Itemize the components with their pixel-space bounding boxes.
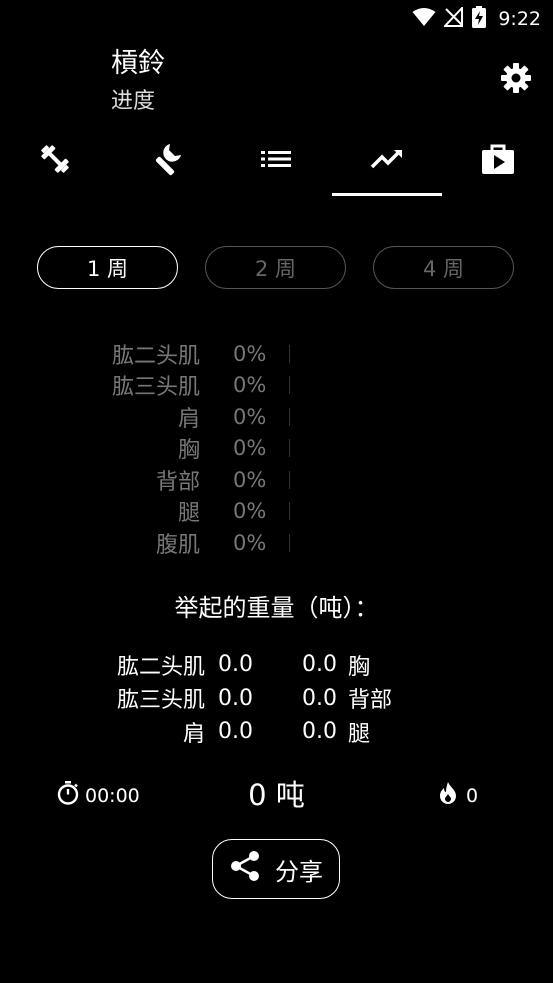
- muscle-bar: [289, 407, 290, 426]
- muscle-row: 胸 0%: [0, 433, 553, 465]
- muscle-name: 肱三头肌: [111, 375, 200, 401]
- play-briefcase-icon: [481, 144, 514, 174]
- muscle-row: 腿 0%: [0, 496, 553, 528]
- weight-muscle-name: 肩: [182, 721, 205, 747]
- calories-stat: 0: [438, 781, 478, 810]
- muscle-progress-list: 肱二头肌 0% 肱三头肌 0% 肩 0% 胸 0% 背部 0% 腿 0% 腹肌 …: [0, 338, 553, 559]
- battery-charging-icon: [472, 6, 487, 32]
- weight-value: 0.0: [218, 719, 253, 745]
- gear-icon: [500, 62, 532, 98]
- no-signal-icon: [443, 5, 464, 31]
- muscle-percent: 0%: [233, 404, 267, 429]
- page-subtitle: 进度: [111, 89, 156, 114]
- muscle-bar: [289, 470, 290, 489]
- muscle-bar: [289, 533, 290, 552]
- weight-lifted-table: 肱二头肌 0.0 0.0 胸 肱三头肌 0.0 0.0 背部 肩 0.0 0.0…: [0, 648, 553, 749]
- muscle-name: 肩: [177, 406, 200, 432]
- tab-tools[interactable]: [111, 128, 222, 190]
- muscle-row: 腹肌 0%: [0, 527, 553, 559]
- weight-row: 肱二头肌 0.0 0.0 胸: [0, 648, 553, 682]
- status-bar: 9:22: [0, 0, 553, 38]
- dumbbell-icon: [38, 142, 72, 176]
- muscle-name: 肱二头肌: [111, 343, 200, 369]
- weight-row: 肱三头肌 0.0 0.0 背部: [0, 682, 553, 716]
- weight-value: 0.0: [302, 685, 337, 711]
- muscle-name: 腿: [177, 501, 200, 527]
- flame-icon: [438, 781, 458, 810]
- muscle-percent: 0%: [233, 436, 267, 461]
- tab-progress[interactable]: [331, 128, 443, 196]
- share-label: 分享: [275, 857, 323, 886]
- muscle-percent: 0%: [233, 373, 267, 398]
- weight-value: 0.0: [218, 685, 253, 711]
- trending-up-icon: [370, 148, 404, 170]
- weight-lifted-heading: 举起的重量（吨）：: [174, 594, 379, 622]
- wifi-icon: [412, 7, 436, 31]
- weight-muscle-name: 肱三头肌: [116, 688, 205, 714]
- muscle-row: 肩 0%: [0, 401, 553, 433]
- wrench-icon: [148, 141, 184, 177]
- muscle-bar: [289, 439, 290, 458]
- list-icon: [261, 149, 292, 169]
- period-2-weeks-button[interactable]: 2 周: [205, 246, 346, 289]
- muscle-row: 背部 0%: [0, 464, 553, 496]
- muscle-name: 背部: [155, 469, 200, 495]
- status-icons: 9:22: [412, 5, 541, 32]
- calories-value: 0: [466, 784, 479, 807]
- weight-muscle-name: 腿: [348, 721, 371, 747]
- tab-bar: [0, 128, 553, 198]
- weight-muscle-name: 肱二头肌: [116, 654, 205, 680]
- muscle-percent: 0%: [233, 499, 267, 524]
- muscle-name: 腹肌: [155, 532, 200, 558]
- tab-list[interactable]: [221, 128, 332, 190]
- app-title: 槓鈴: [111, 48, 165, 79]
- tab-videos[interactable]: [442, 128, 553, 190]
- muscle-row: 肱三头肌 0%: [0, 370, 553, 402]
- muscle-bar: [289, 502, 290, 521]
- muscle-percent: 0%: [233, 530, 267, 555]
- muscle-row: 肱二头肌 0%: [0, 338, 553, 370]
- period-4-weeks-button[interactable]: 4 周: [373, 246, 514, 289]
- share-button[interactable]: 分享: [212, 839, 340, 899]
- status-time: 9:22: [498, 8, 541, 30]
- weight-row: 肩 0.0 0.0 腿: [0, 715, 553, 749]
- share-icon: [229, 850, 261, 888]
- muscle-name: 胸: [177, 438, 200, 464]
- period-1-week-button[interactable]: 1 周: [37, 246, 178, 289]
- weight-value: 0.0: [218, 652, 253, 678]
- tab-workout[interactable]: [0, 128, 111, 190]
- settings-button[interactable]: [499, 63, 533, 97]
- weight-value: 0.0: [302, 652, 337, 678]
- muscle-percent: 0%: [233, 467, 267, 492]
- weight-value: 0.0: [302, 719, 337, 745]
- stats-bar: 00:00 0 吨 0: [0, 775, 553, 815]
- weight-muscle-name: 背部: [348, 688, 393, 714]
- weight-muscle-name: 胸: [348, 654, 371, 680]
- muscle-bar: [289, 344, 290, 363]
- muscle-percent: 0%: [233, 341, 267, 366]
- muscle-bar: [289, 376, 290, 395]
